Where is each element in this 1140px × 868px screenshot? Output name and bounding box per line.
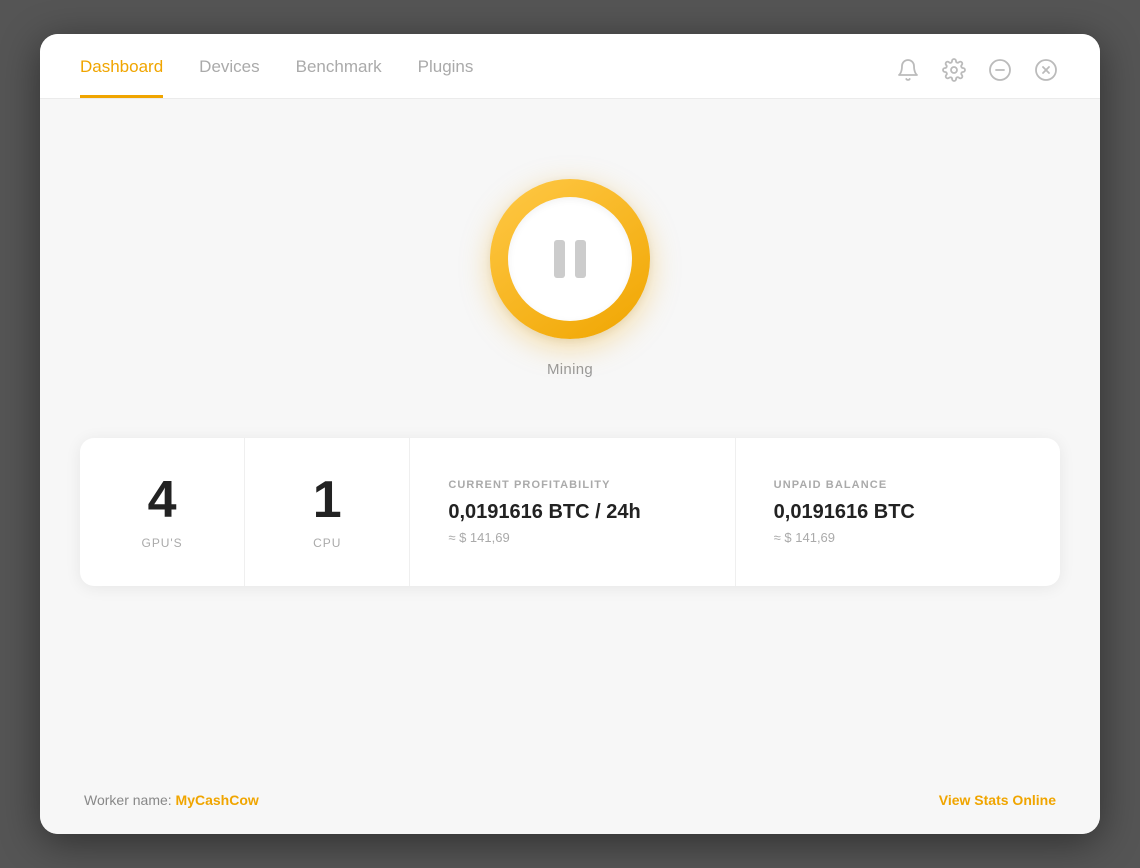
app-window: Dashboard Devices Benchmark Plugins [40,34,1100,834]
footer: Worker name: MyCashCow View Stats Online [40,766,1100,834]
worker-name: MyCashCow [176,792,259,808]
cpu-label: CPU [313,536,341,550]
mining-section: Mining [490,179,650,378]
gpu-label: GPU'S [142,536,183,550]
view-stats-link[interactable]: View Stats Online [939,792,1056,808]
balance-usd: ≈ $ 141,69 [774,530,835,545]
mining-button-inner [508,197,632,321]
tab-dashboard[interactable]: Dashboard [80,57,163,98]
cpu-stat-card: 1 CPU [245,438,410,586]
mining-status-label: Mining [547,361,593,378]
gpu-count: 4 [148,474,177,526]
gpu-stat-card: 4 GPU'S [80,438,245,586]
pause-bar-left [554,240,565,278]
main-content: Mining 4 GPU'S 1 CPU CURRENT PROFITABILI… [40,99,1100,766]
mining-toggle-button[interactable] [490,179,650,339]
header-icons [894,56,1060,98]
tab-plugins[interactable]: Plugins [418,57,474,98]
balance-value: 0,0191616 BTC [774,501,915,524]
pause-icon [554,240,586,278]
pause-bar-right [575,240,586,278]
close-icon[interactable] [1032,56,1060,84]
profitability-value: 0,0191616 BTC / 24h [448,501,640,524]
header: Dashboard Devices Benchmark Plugins [40,34,1100,99]
worker-info: Worker name: MyCashCow [84,792,259,808]
profitability-card: CURRENT PROFITABILITY 0,0191616 BTC / 24… [410,438,735,586]
balance-card: UNPAID BALANCE 0,0191616 BTC ≈ $ 141,69 [736,438,1060,586]
tab-devices[interactable]: Devices [199,57,259,98]
tab-benchmark[interactable]: Benchmark [296,57,382,98]
balance-title: UNPAID BALANCE [774,479,888,491]
profitability-usd: ≈ $ 141,69 [448,530,509,545]
worker-prefix: Worker name: [84,792,176,808]
nav-tabs: Dashboard Devices Benchmark Plugins [80,57,473,98]
cpu-count: 1 [313,474,342,526]
minimize-icon[interactable] [986,56,1014,84]
stats-row: 4 GPU'S 1 CPU CURRENT PROFITABILITY 0,01… [80,438,1060,586]
gear-icon[interactable] [940,56,968,84]
bell-icon[interactable] [894,56,922,84]
profitability-title: CURRENT PROFITABILITY [448,479,610,491]
